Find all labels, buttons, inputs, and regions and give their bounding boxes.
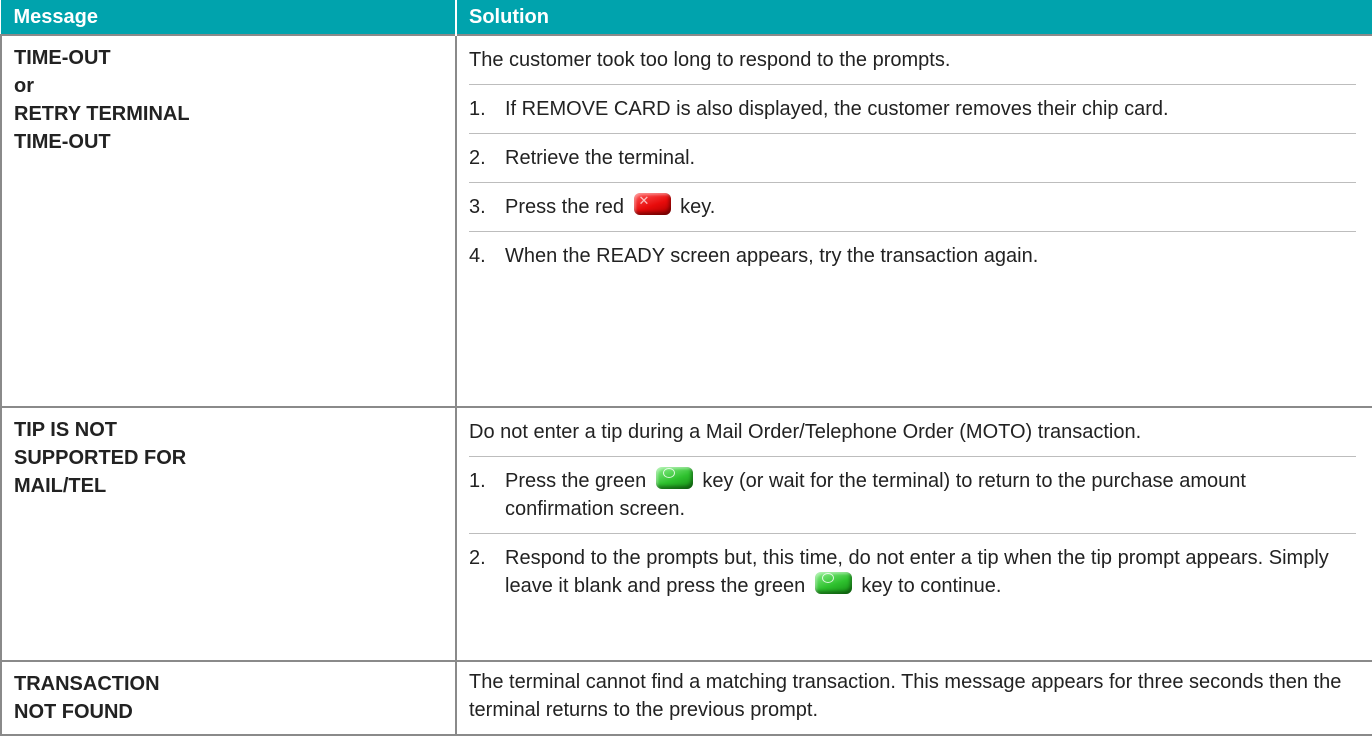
message-line: TRANSACTION [14,673,160,695]
step-text: Press the red ✕ key. [505,193,1356,221]
solution-cell: Do not enter a tip during a Mail Order/T… [455,406,1372,662]
solution-step: 1. Press the green key (or wait for the … [469,457,1356,534]
message-line: or [14,75,34,97]
message-line: TIME-OUT [14,47,111,69]
message-cell: TIME-OUT or RETRY TERMINAL TIME-OUT [0,34,457,408]
step-text-after-key: key to continue. [861,575,1002,597]
solution-cell: The customer took too long to respond to… [455,34,1372,408]
error-message-table: Message Solution TIME-OUT or RETRY TERMI… [0,0,1372,736]
step-number: 1. [469,470,486,492]
step-number: 2. [469,547,486,569]
solution-cell: The terminal cannot find a matching tran… [455,660,1372,736]
message-line: NOT FOUND [14,701,133,723]
step-number: 1. [469,98,486,120]
solution-intro: The customer took too long to respond to… [469,36,1356,85]
step-text: If REMOVE CARD is also displayed, the cu… [505,98,1169,120]
step-text: When the READY screen appears, try the t… [505,245,1039,267]
green-ok-key-icon [655,467,693,489]
step-number: 2. [469,147,486,169]
message-line: TIME-OUT [14,131,111,153]
step-number: 4. [469,245,486,267]
step-text: Retrieve the terminal. [505,147,696,169]
step-text-before-key: Press the green [505,470,647,492]
solution-step: 3. Press the red ✕ key. [469,183,1356,232]
table-header-row: Message Solution [0,0,1372,36]
step-number: 3. [469,196,486,218]
solution-step: 1. If REMOVE CARD is also displayed, the… [469,85,1356,134]
message-cell: TIP IS NOT SUPPORTED FOR MAIL/TEL [0,406,457,662]
step-text-after-key: key. [680,196,716,218]
step-text: Press the green key (or wait for the ter… [505,467,1356,523]
message-line: RETRY TERMINAL [14,103,190,125]
solution-intro: Do not enter a tip during a Mail Order/T… [469,408,1356,457]
solution-step: 4. When the READY screen appears, try th… [469,232,1356,280]
table-row: TRANSACTION NOT FOUND The terminal canno… [0,660,1372,736]
solution-step: 2. Respond to the prompts but, this time… [469,534,1356,610]
table-row: TIME-OUT or RETRY TERMINAL TIME-OUT The … [0,34,1372,408]
table-row: TIP IS NOT SUPPORTED FOR MAIL/TEL Do not… [0,406,1372,662]
green-ok-key-icon [814,572,852,594]
solution-step: 2. Retrieve the terminal. [469,134,1356,183]
solution-intro: The terminal cannot find a matching tran… [469,671,1342,721]
step-text: Respond to the prompts but, this time, d… [505,544,1356,600]
step-text-before-key: Press the red [505,196,624,218]
column-header-message: Message [0,0,457,36]
message-line: TIP IS NOT [14,419,117,441]
column-header-solution: Solution [455,0,1372,36]
message-cell: TRANSACTION NOT FOUND [0,660,457,736]
red-cancel-key-icon: ✕ [633,193,671,215]
message-line: SUPPORTED FOR [14,447,187,469]
message-line: MAIL/TEL [14,475,107,497]
